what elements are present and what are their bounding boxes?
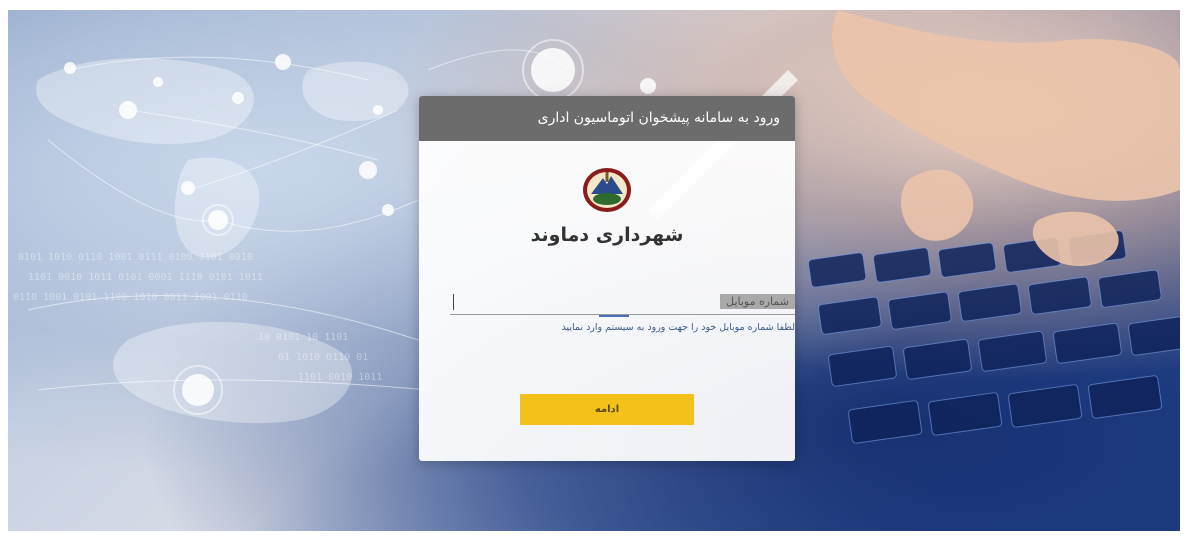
page: 0101 1010 0110 1001 0111 0100 1101 0010 … xyxy=(0,0,1189,541)
svg-text:1101 0010 1011 0101 0001 1110: 1101 0010 1011 0101 0001 1110 0101 1011 xyxy=(28,272,263,283)
svg-text:1101 0010 1011: 1101 0010 1011 xyxy=(298,372,382,383)
svg-text:10 0101 10 1101: 10 0101 10 1101 xyxy=(258,332,348,343)
login-header-title: ورود به سامانه پیشخوان اتوماسیون اداری xyxy=(419,96,795,141)
text-cursor xyxy=(453,294,454,310)
svg-text:0101 1010 0110 1001 0111 0100: 0101 1010 0110 1001 0111 0100 1101 0010 xyxy=(18,252,253,263)
continue-button[interactable]: ادامه xyxy=(520,394,694,425)
svg-text:0110 1001 0101 1100 1010 0011: 0110 1001 0101 1100 1010 0011 1001 0110 xyxy=(13,292,248,303)
mobile-number-input[interactable]: شماره موبایل xyxy=(450,292,795,315)
organization-name: شهرداری دماوند xyxy=(530,224,684,246)
municipality-emblem-icon xyxy=(581,166,633,214)
mobile-number-placeholder: شماره موبایل xyxy=(720,294,795,309)
input-focus-indicator xyxy=(599,315,629,317)
svg-text:01 1010 0110 01: 01 1010 0110 01 xyxy=(278,352,368,363)
login-card: ورود به سامانه پیشخوان اتوماسیون اداری ش… xyxy=(419,96,795,461)
mobile-hint-text: لطفا شماره موبایل خود را جهت ورود به سیس… xyxy=(561,322,795,333)
